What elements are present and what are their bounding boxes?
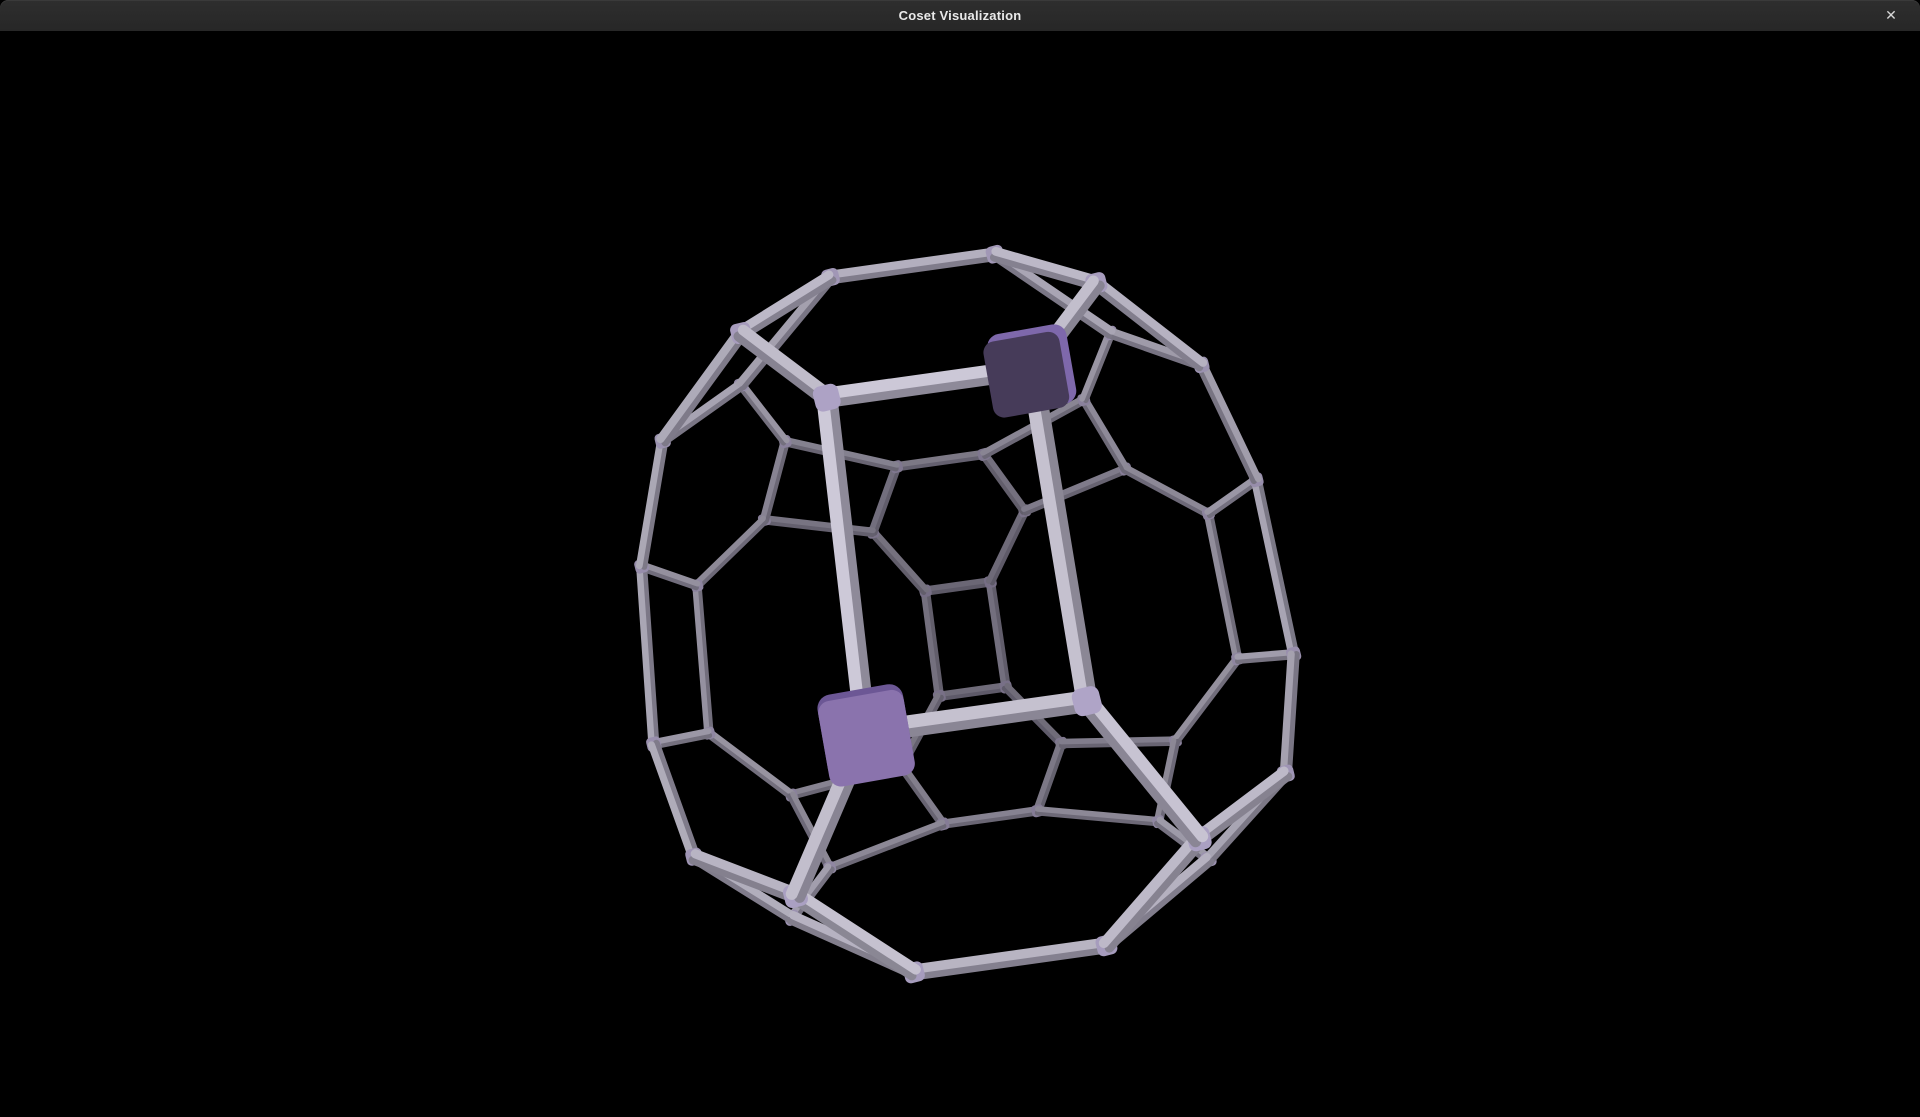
beam-light-face <box>874 531 927 590</box>
beam-light-face <box>1254 480 1291 654</box>
polyhedron-wireframe <box>633 244 1302 985</box>
beam-shadow-face <box>656 743 696 856</box>
beam-light-face <box>871 466 895 532</box>
beam-light-face <box>710 732 792 794</box>
beam-shadow-face <box>766 442 787 520</box>
app-window: Coset Visualization ✕ <box>0 0 1920 1117</box>
beam-shadow-face <box>982 456 1023 512</box>
beam-shadow-face <box>875 467 899 533</box>
beam-light-face <box>1203 364 1258 479</box>
beam-shadow-face <box>708 735 790 797</box>
beam-shadow-face <box>1201 777 1288 842</box>
beam-shadow-face <box>793 899 911 976</box>
beam-light-face <box>743 384 787 441</box>
beam-light-face <box>1086 399 1128 468</box>
beam-shadow-face <box>900 767 942 825</box>
beam-shadow-face <box>1199 366 1254 481</box>
beam-shadow-face <box>1109 841 1202 948</box>
beam-light-face <box>1207 478 1255 512</box>
beam-shadow-face <box>698 521 766 587</box>
beam-shadow-face <box>739 386 783 443</box>
close-button[interactable]: ✕ <box>1876 0 1906 31</box>
beam-shadow-face <box>831 826 944 870</box>
beam-shadow-face <box>1124 471 1207 515</box>
beam-shadow-face <box>1210 482 1258 516</box>
beam-light-face <box>985 453 1026 509</box>
window-title: Coset Visualization <box>899 8 1022 23</box>
beam-shadow-face <box>1082 401 1124 470</box>
3d-viewport[interactable] <box>0 31 1920 1117</box>
beam-shadow-face <box>992 512 1026 583</box>
beam-light-face <box>1082 332 1109 399</box>
scene-container <box>0 31 1920 1117</box>
beam-light-face <box>829 822 942 866</box>
beam-light-face <box>651 745 691 858</box>
beam-light-face <box>989 510 1023 581</box>
beam-shadow-face <box>1177 660 1239 742</box>
beam-light-face <box>1126 467 1209 512</box>
beam-shadow-face <box>1040 744 1064 811</box>
beam-light-face <box>696 518 764 584</box>
beam-light-face <box>660 331 738 439</box>
beam-shadow-face <box>1259 479 1296 653</box>
beam-light-face <box>1207 514 1236 659</box>
highlighted-vertex-lower[interactable] <box>816 688 916 788</box>
beam-light-face <box>1036 743 1060 810</box>
beam-light-face <box>763 441 784 519</box>
beam-shadow-face <box>1086 334 1113 401</box>
beam-shadow-face <box>1037 368 1092 700</box>
beam-light-face <box>1174 658 1236 740</box>
titlebar: Coset Visualization ✕ <box>0 0 1920 31</box>
beam-shadow-face <box>871 534 924 593</box>
beam-shadow-face <box>1211 513 1240 658</box>
highlighted-vertex-upper[interactable] <box>982 330 1071 419</box>
